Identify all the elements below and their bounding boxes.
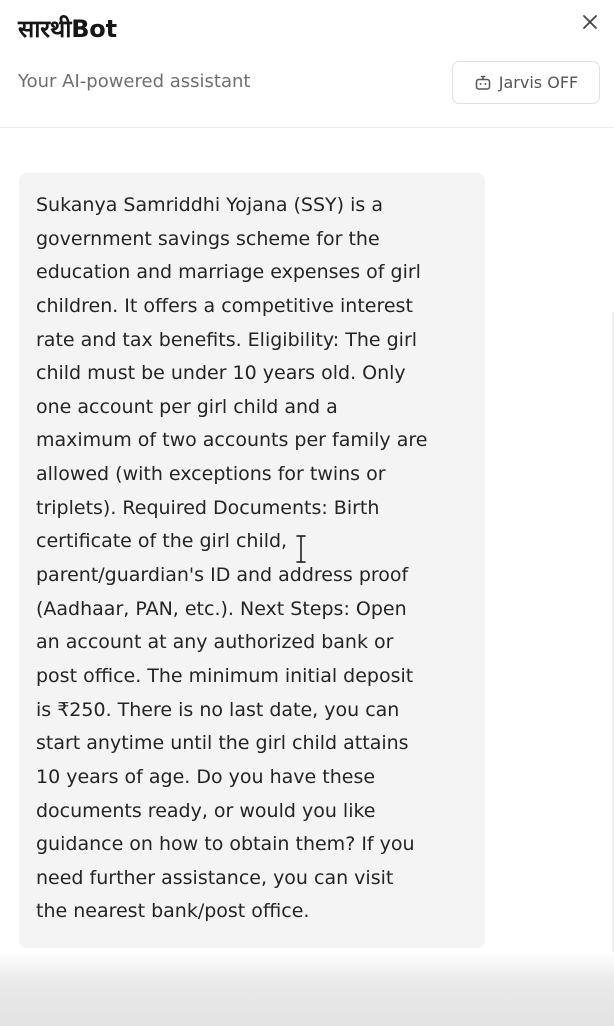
jarvis-toggle-button[interactable]: Jarvis OFF xyxy=(452,61,600,104)
chat-header: सारथीBot Your AI-powered assistant Jarvi… xyxy=(0,0,614,128)
input-area-fade xyxy=(0,952,614,1026)
message-line: one account per girl child and a xyxy=(36,395,338,418)
message-line: Sukanya Samriddhi Yojana (SSY) is a xyxy=(36,194,383,216)
jarvis-toggle-label: Jarvis OFF xyxy=(498,73,579,92)
message-line: child must be under 10 years old. Only xyxy=(36,362,406,385)
close-button[interactable] xyxy=(578,10,602,34)
message-line: triplets). Required Documents: Birth xyxy=(36,496,380,519)
message-line: allowed (with exceptions for twins or xyxy=(36,463,386,486)
message-line: certificate of the girl child, xyxy=(36,530,288,553)
message-line: education and marriage expenses of girl xyxy=(36,261,421,284)
assistant-subtitle: Your AI-powered assistant xyxy=(18,71,251,92)
message-line: the nearest bank/post office. xyxy=(36,900,310,923)
message-line: guidance on how to obtain them? If you xyxy=(36,833,415,856)
close-icon xyxy=(583,15,597,29)
assistant-message-bubble: Sukanya Samriddhi Yojana (SSY) is a gove… xyxy=(19,173,485,948)
message-line: is ₹250. There is no last date, you can xyxy=(36,698,400,721)
chat-panel: सारथीBot Your AI-powered assistant Jarvi… xyxy=(0,0,614,1026)
message-line: government savings scheme for the xyxy=(36,227,380,250)
message-line: (Aadhaar, PAN, etc.). Next Steps: Open xyxy=(36,597,407,620)
message-line: start anytime until the girl child attai… xyxy=(36,732,409,755)
message-line: children. It offers a competitive intere… xyxy=(36,294,413,317)
message-line: an account at any authorized bank or xyxy=(36,631,394,654)
message-line: parent/guardian's ID and address proof xyxy=(36,564,409,587)
message-line: rate and tax benefits. Eligibility: The … xyxy=(36,328,418,351)
message-line: need further assistance, you can visit xyxy=(36,866,394,889)
message-line: post office. The minimum initial deposit xyxy=(36,664,414,687)
robot-icon xyxy=(475,75,491,90)
message-line: maximum of two accounts per family are xyxy=(36,429,428,452)
app-title: सारथीBot xyxy=(18,15,117,43)
message-line: 10 years of age. Do you have these xyxy=(36,765,376,788)
message-line: documents ready, or would you like xyxy=(36,799,376,822)
